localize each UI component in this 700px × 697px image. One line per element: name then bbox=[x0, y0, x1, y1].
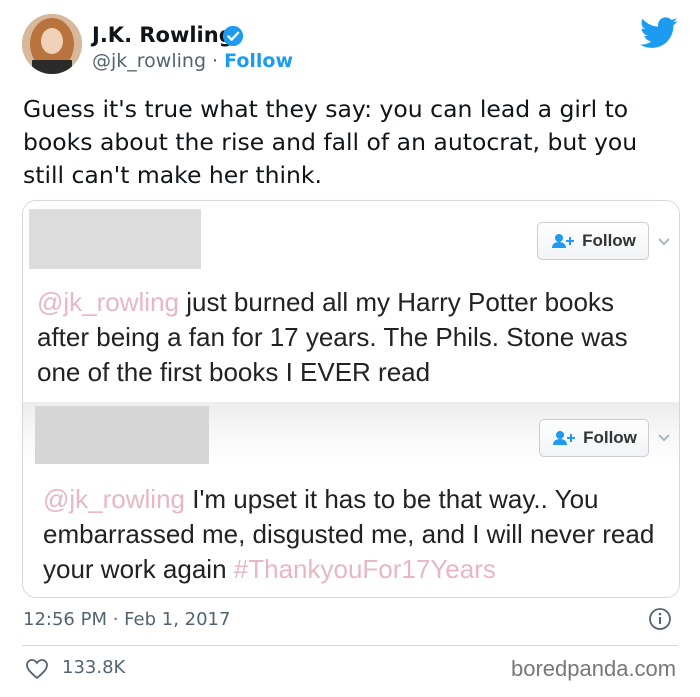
heart-icon[interactable] bbox=[25, 658, 49, 680]
add-user-icon bbox=[553, 431, 576, 445]
handle-separator: · bbox=[206, 50, 225, 72]
embedded-tweet-1: Follow @jk_rowling just burned all my Ha… bbox=[23, 201, 679, 402]
embedded-image[interactable]: Follow @jk_rowling just burned all my Ha… bbox=[22, 200, 680, 598]
divider bbox=[22, 645, 678, 646]
author-handle[interactable]: @jk_rowling bbox=[92, 50, 206, 72]
hashtag: #ThankyouFor17Years bbox=[233, 554, 496, 584]
avatar[interactable] bbox=[22, 14, 82, 74]
embedded-tweet-text-2: @jk_rowling I'm upset it has to be that … bbox=[43, 484, 655, 584]
mention: @jk_rowling bbox=[43, 484, 185, 514]
watermark: boredpanda.com bbox=[511, 656, 677, 681]
mention: @jk_rowling bbox=[37, 287, 179, 317]
tweet-timestamp[interactable]: 12:56 PM · Feb 1, 2017 bbox=[23, 609, 230, 630]
like-count: 133.8K bbox=[62, 657, 126, 678]
tweet-text: Guess it's true what they say: you can l… bbox=[23, 95, 638, 189]
chevron-down-icon bbox=[658, 238, 670, 246]
verified-icon bbox=[222, 25, 244, 47]
embedded-follow-button-2: Follow bbox=[539, 419, 649, 457]
embedded-tweet-2: Follow @jk_rowling I'm upset it has to b… bbox=[23, 402, 679, 597]
follow-button[interactable]: Follow bbox=[224, 50, 293, 72]
embedded-tweet-text-1: @jk_rowling just burned all my Harry Pot… bbox=[37, 287, 628, 387]
redacted-user-1 bbox=[29, 209, 201, 269]
embedded-follow-button-1: Follow bbox=[537, 222, 649, 260]
info-icon[interactable] bbox=[648, 607, 672, 631]
twitter-bird-icon[interactable] bbox=[640, 17, 678, 49]
redacted-user-2 bbox=[35, 406, 209, 464]
add-user-icon bbox=[552, 234, 575, 248]
chevron-down-icon bbox=[658, 434, 670, 442]
author-name[interactable]: J.K. Rowling bbox=[92, 23, 234, 47]
author-handle-line: @jk_rowling · Follow bbox=[92, 50, 293, 72]
